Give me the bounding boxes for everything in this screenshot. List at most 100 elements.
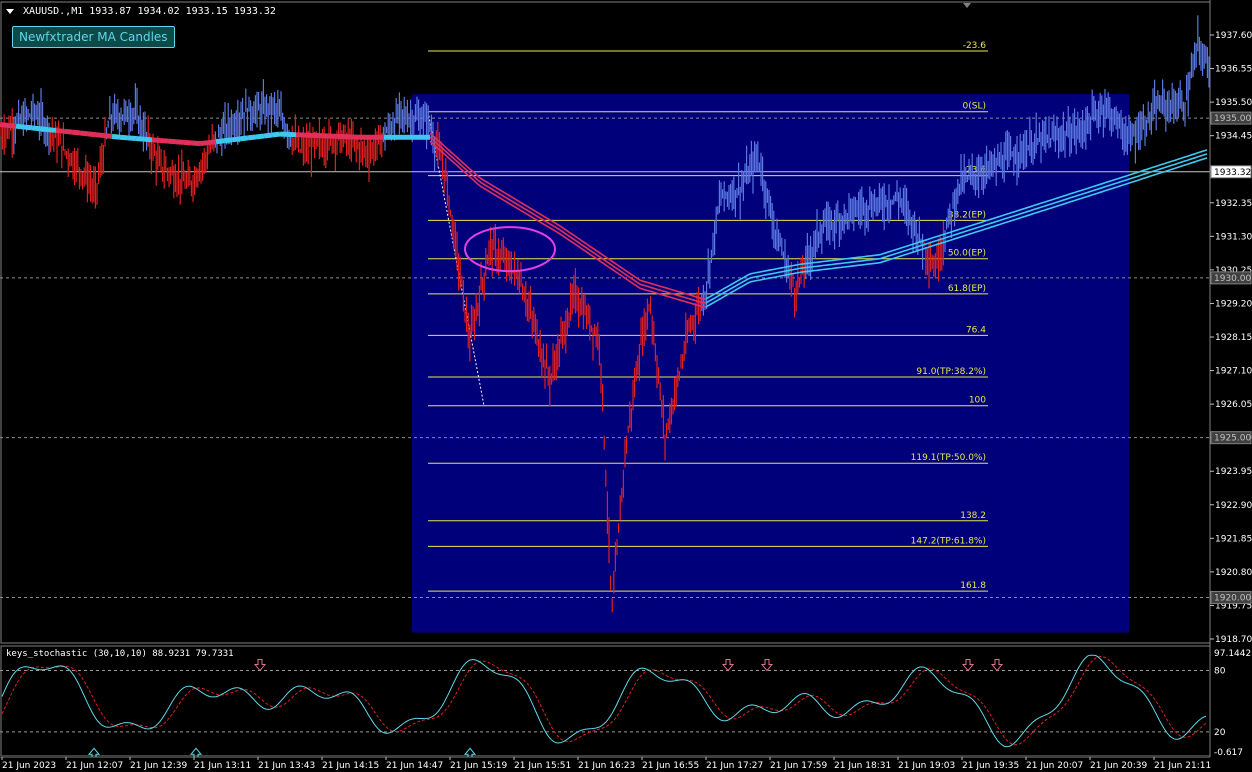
- ma-band-segment: [39, 126, 49, 133]
- fib-level-label: 0(SL): [963, 102, 986, 112]
- price-tick-label: 1923.95: [1215, 467, 1252, 477]
- ma-band-segment: [199, 140, 209, 147]
- ma-band-segment: [0, 121, 9, 128]
- ma-band-segment: [271, 131, 281, 138]
- time-tick-label: 21 Jun 13:11: [194, 761, 251, 771]
- ma-band-segment: [7, 122, 17, 129]
- price-tick-label: 1937.60: [1215, 31, 1252, 41]
- time-tick-label: 21 Jun 19:03: [898, 761, 955, 771]
- stochastic-tick-label: -0.617: [1214, 748, 1243, 757]
- ma-band-segment: [215, 138, 225, 145]
- stochastic-label: keys_stochastic (30,10,10) 88.9231 79.73…: [6, 649, 234, 659]
- time-tick-label: 21 Jun 14:47: [386, 761, 443, 771]
- time-tick-label: 21 Jun 15:51: [514, 761, 571, 771]
- sell-arrow-icon: [760, 659, 774, 672]
- time-tick-label: 21 Jun 16:55: [642, 761, 699, 771]
- fib-level-label: 119.1(TP:50.0%): [911, 453, 986, 463]
- symbol-label: XAUUSD.,M1: [23, 6, 84, 17]
- price-tick-label: 1920.80: [1215, 568, 1252, 578]
- fib-level-label: 161.8: [960, 581, 986, 591]
- time-tick-label: 21 Jun 17:27: [706, 761, 763, 771]
- ma-band-segment: [223, 137, 233, 144]
- stochastic-chart[interactable]: 97.1442 80 20 -0.617: [0, 645, 1252, 757]
- ma-band-segment: [151, 137, 161, 143]
- ma-band-segment: [143, 136, 153, 143]
- price-box-label: 1920.00: [1214, 593, 1251, 603]
- price-tick-label: 1926.05: [1215, 400, 1252, 410]
- time-tick-label: 21 Jun 20:39: [1090, 761, 1147, 771]
- time-tick-label: 21 Jun 12:39: [130, 761, 187, 771]
- time-tick-label: 21 Jun 12:07: [66, 761, 123, 771]
- ma-band-segment: [255, 133, 265, 140]
- price-tick-label: 1928.15: [1215, 333, 1252, 343]
- ma-band-segment: [55, 127, 65, 134]
- fib-level-label: 38.2(EP): [948, 210, 986, 220]
- sell-arrow-icon: [721, 659, 735, 672]
- time-tick-label: 21 Jun 21:11: [1154, 761, 1211, 771]
- price-tick-label: 1927.10: [1215, 367, 1252, 377]
- time-tick-label: 21 Jun 13:43: [258, 761, 315, 771]
- stochastic-frame: [0, 645, 1211, 757]
- ma-band-segment: [263, 132, 273, 139]
- ma-band-segment: [191, 140, 201, 147]
- sell-arrow-icon: [253, 659, 267, 672]
- price-box-label: 1925.00: [1214, 434, 1251, 444]
- price-chart[interactable]: -23.60(SL)23.638.2(EP)50.0(EP)61.8(EP)76…: [0, 0, 1252, 645]
- price-tick-label: 1922.90: [1215, 501, 1252, 511]
- ma-band-segment: [23, 124, 33, 131]
- price-tick-label: 1921.85: [1215, 534, 1252, 544]
- stochastic-tick-label: 20: [1214, 728, 1226, 738]
- ma-band-segment: [231, 136, 241, 143]
- price-box-label: 1930.00: [1214, 274, 1251, 284]
- time-axis: 21 Jun 2023 21 Jun 12:07 21 Jun 12:39 21 Ju…: [0, 757, 1211, 771]
- time-tick-label: 21 Jun 15:19: [450, 761, 507, 771]
- price-tick-label: 1932.35: [1215, 199, 1252, 209]
- fib-level-label: 91.0(TP:38.2%): [916, 367, 986, 377]
- time-tick-label: 21 Jun 17:59: [770, 761, 827, 771]
- price-tick-label: 1934.45: [1215, 132, 1252, 142]
- price-tick-label: 1929.20: [1215, 299, 1252, 309]
- fib-level-label: 61.8(EP): [948, 284, 986, 294]
- stochastic-tick-label: 80: [1214, 667, 1226, 677]
- ma-band-segment: [79, 130, 89, 137]
- scroll-marker-icon: [963, 3, 971, 8]
- time-tick-label: 21 Jun 19:35: [962, 761, 1019, 771]
- stochastic-main-line: [1, 654, 1207, 748]
- ma-band-segment: [175, 139, 185, 145]
- ma-band-segment: [31, 125, 41, 132]
- ma-band-segment: [47, 127, 57, 133]
- sell-arrow-icon: [961, 659, 975, 672]
- time-tick-label: 21 Jun 2023: [2, 761, 56, 771]
- chart-header: XAUUSD.,M1 1933.87 1934.02 1933.15 1933.…: [6, 6, 276, 17]
- fib-zone: [412, 94, 1129, 633]
- ma-candles-button[interactable]: Newfxtrader MA Candles: [12, 26, 175, 48]
- time-tick-label: 21 Jun 14:15: [322, 761, 379, 771]
- ma-band-segment: [239, 135, 249, 142]
- fib-level-label: 100: [969, 396, 986, 406]
- fib-level-label: 76.4: [966, 325, 986, 335]
- sell-arrow-icon: [990, 659, 1004, 672]
- collapse-triangle-icon[interactable]: [6, 8, 14, 14]
- fib-level-label: 50.0(EP): [948, 249, 986, 259]
- ma-band-segment: [135, 136, 145, 142]
- price-tick-label: 1936.55: [1215, 65, 1252, 75]
- ma-band-segment: [159, 137, 169, 144]
- fib-level-label: -23.6: [963, 41, 987, 51]
- time-tick-label: 21 Jun 18:31: [834, 761, 891, 771]
- price-tick-label: 1935.50: [1215, 98, 1252, 108]
- ma-band-segment: [183, 139, 193, 146]
- ma-band-segment: [71, 129, 81, 136]
- ma-band-segment: [127, 135, 137, 142]
- ohlc-label: 1933.87 1934.02 1933.15 1933.32: [89, 6, 276, 17]
- ma-band-segment: [103, 133, 113, 139]
- ma-band-segment: [63, 128, 73, 135]
- price-tick-label: 1918.70: [1215, 635, 1252, 645]
- ma-band-segment: [207, 139, 217, 146]
- price-tick-label: 1931.30: [1215, 232, 1252, 242]
- price-box-label: 1935.00: [1214, 114, 1251, 124]
- time-tick-label: 21 Jun 20:07: [1026, 761, 1083, 771]
- time-tick-label: 21 Jun 16:23: [578, 761, 635, 771]
- ma-band-segment: [247, 134, 257, 141]
- ma-band-segment: [95, 132, 105, 139]
- price-box-label: 1933.32: [1214, 168, 1251, 178]
